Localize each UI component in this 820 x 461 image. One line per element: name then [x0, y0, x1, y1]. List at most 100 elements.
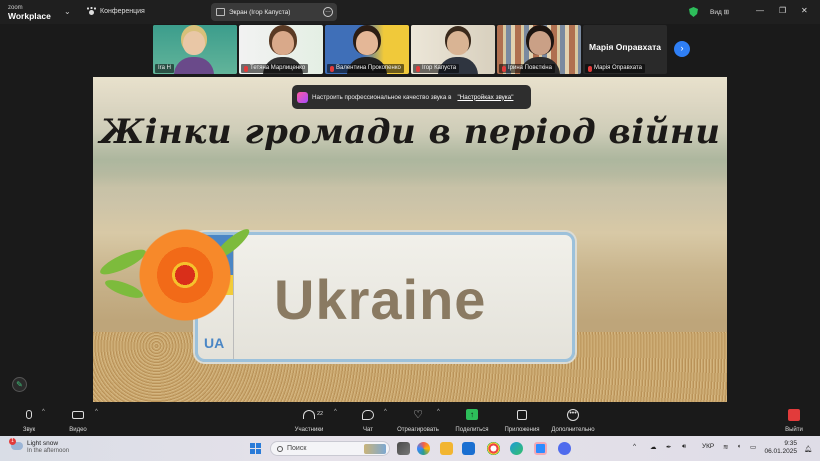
chat-button[interactable]: Чат — [357, 407, 379, 433]
share-label: Экран (Ігор Капуста) — [229, 8, 291, 16]
meeting-info[interactable]: Конференция — [87, 7, 145, 15]
zoom-taskbar-icon[interactable] — [534, 442, 547, 455]
app-icon[interactable] — [558, 442, 571, 455]
meeting-controls: Звук ^ Видео ^ Участники 22 ^ Чат ^ ♡ От… — [0, 404, 820, 436]
speaker-tray-icon[interactable]: 🔊︎ — [682, 443, 686, 451]
participant-display-name: Марія Оправхата — [588, 42, 662, 52]
logo-line2: Workplace — [8, 11, 51, 21]
video-label: Видео — [69, 427, 87, 433]
store-icon[interactable] — [462, 442, 475, 455]
volume-icon[interactable]: ◖ — [737, 443, 741, 450]
participant-name-tag: Ірина Повєткіна — [499, 64, 555, 73]
next-page-button[interactable]: › — [674, 41, 690, 57]
video-options-caret[interactable]: ^ — [95, 409, 98, 415]
mic-off-icon — [330, 65, 334, 72]
participants-icon — [303, 410, 315, 419]
more-options-icon[interactable]: … — [323, 7, 333, 17]
chat-icon — [362, 409, 374, 420]
audio-icon — [297, 91, 308, 103]
participant-name: Марія Оправхата — [594, 65, 642, 71]
flower-illustration — [138, 228, 232, 322]
apps-button[interactable]: Приложения — [500, 407, 544, 433]
participant-name-tag: Марія Оправхата — [585, 64, 645, 73]
participant-name-tag: Ігор Капуста — [413, 64, 460, 73]
notification-bell-icon[interactable]: 🔔︎ — [804, 445, 812, 453]
tray-overflow-icon[interactable]: ^ — [633, 443, 636, 450]
video-button[interactable]: Видео — [66, 407, 90, 433]
taskbar-search[interactable]: Поиск — [270, 441, 390, 456]
participant-name: Ігор Капуста — [422, 65, 457, 71]
participant-tile[interactable]: Валентина Прокопенко — [325, 25, 409, 74]
participant-tile[interactable]: Ira H — [153, 25, 237, 74]
annotate-icon[interactable]: ✎ — [12, 377, 27, 392]
participant-tile[interactable]: Ірина Повєткіна — [497, 25, 581, 74]
participants-options-caret[interactable]: ^ — [334, 409, 337, 415]
audio-label: Звук — [22, 427, 36, 433]
paw-icon — [87, 7, 96, 15]
audio-button[interactable]: Звук — [18, 407, 40, 433]
windows-start-icon[interactable] — [250, 443, 261, 454]
clock-date: 06.01.2025 — [764, 448, 797, 455]
chrome-icon[interactable] — [487, 442, 500, 455]
participants-count: 22 — [317, 411, 324, 417]
pen-icon[interactable]: ✒ — [666, 443, 671, 451]
participant-name: Ira H — [155, 64, 175, 73]
maximize-button[interactable]: ❐ — [779, 6, 786, 15]
battery-icon[interactable]: ▭ — [750, 443, 756, 451]
notification-badge: 1 — [9, 438, 16, 445]
participant-tile[interactable]: Марія Оправхата Марія Оправхата — [583, 25, 667, 74]
apps-icon — [517, 409, 527, 420]
screen-icon — [216, 8, 225, 16]
shield-icon[interactable] — [689, 7, 698, 17]
system-clock[interactable]: 9:35 06.01.2025 — [763, 440, 797, 456]
share-label-btn: Поделиться — [455, 427, 489, 433]
search-placeholder: Поиск — [287, 445, 307, 452]
participant-strip: Ira H Тетяна Марлиценко Валентина Прокоп… — [153, 25, 667, 74]
close-button[interactable]: ✕ — [801, 6, 808, 15]
plate-code: UA — [204, 335, 225, 351]
cloud-sync-icon[interactable]: ☁ — [650, 443, 657, 451]
chevron-down-icon[interactable]: ⌄ — [64, 7, 71, 16]
mic-off-icon — [502, 65, 506, 72]
participant-name-tag: Валентина Прокопенко — [327, 64, 404, 73]
license-plate-image: UA Ukraine — [195, 232, 575, 362]
task-view-icon[interactable] — [397, 442, 410, 455]
search-highlight-image — [364, 444, 386, 454]
clock-time: 9:35 — [784, 440, 797, 447]
participant-name: Валентина Прокопенко — [336, 65, 401, 71]
screen-share-indicator[interactable]: Экран (Ігор Капуста) … — [211, 3, 337, 21]
view-button[interactable]: Вид ⊞ — [710, 8, 729, 16]
more-button[interactable]: ••• Дополнительно — [548, 407, 598, 433]
snow-cloud-icon: 1 — [9, 438, 23, 450]
wifi-icon[interactable]: ≋ — [723, 443, 728, 451]
copilot-icon[interactable] — [417, 442, 430, 455]
react-options-caret[interactable]: ^ — [437, 409, 440, 415]
audio-settings-link[interactable]: "Настройках звука" — [457, 94, 513, 101]
participant-name: Ірина Повєткіна — [508, 65, 552, 71]
mic-off-icon — [244, 65, 248, 72]
chat-options-caret[interactable]: ^ — [384, 409, 387, 415]
view-label: Вид — [710, 9, 722, 16]
more-icon: ••• — [567, 408, 579, 421]
more-label: Дополнительно — [551, 427, 595, 433]
weather-title: Light snow — [27, 440, 59, 447]
audio-settings-toast[interactable]: Настроить профессиональное качество звук… — [292, 85, 531, 109]
meeting-name: Конференция — [100, 7, 145, 15]
slide-title: Жінки громади в період війни — [99, 112, 721, 152]
react-button[interactable]: ♡ Отреагировать — [394, 407, 442, 433]
file-explorer-icon[interactable] — [440, 442, 453, 455]
windows-taskbar: 1 Light snow In the afternoon Поиск ^ ☁ … — [0, 436, 820, 461]
audio-options-caret[interactable]: ^ — [42, 409, 45, 415]
weather-widget[interactable]: 1 Light snow In the afternoon — [9, 438, 69, 454]
minimize-button[interactable]: — — [756, 6, 764, 15]
edge-icon[interactable] — [510, 442, 523, 455]
leave-button[interactable]: Выйти — [781, 407, 807, 433]
participant-tile[interactable]: Ігор Капуста — [411, 25, 495, 74]
leave-icon — [788, 408, 800, 421]
language-indicator[interactable]: УКР — [702, 443, 714, 450]
participant-tile[interactable]: Тетяна Марлиценко — [239, 25, 323, 74]
mic-off-icon — [416, 65, 420, 72]
leave-label: Выйти — [785, 427, 803, 433]
share-button[interactable]: ↑ Поделиться — [452, 407, 492, 433]
search-icon — [277, 445, 283, 452]
